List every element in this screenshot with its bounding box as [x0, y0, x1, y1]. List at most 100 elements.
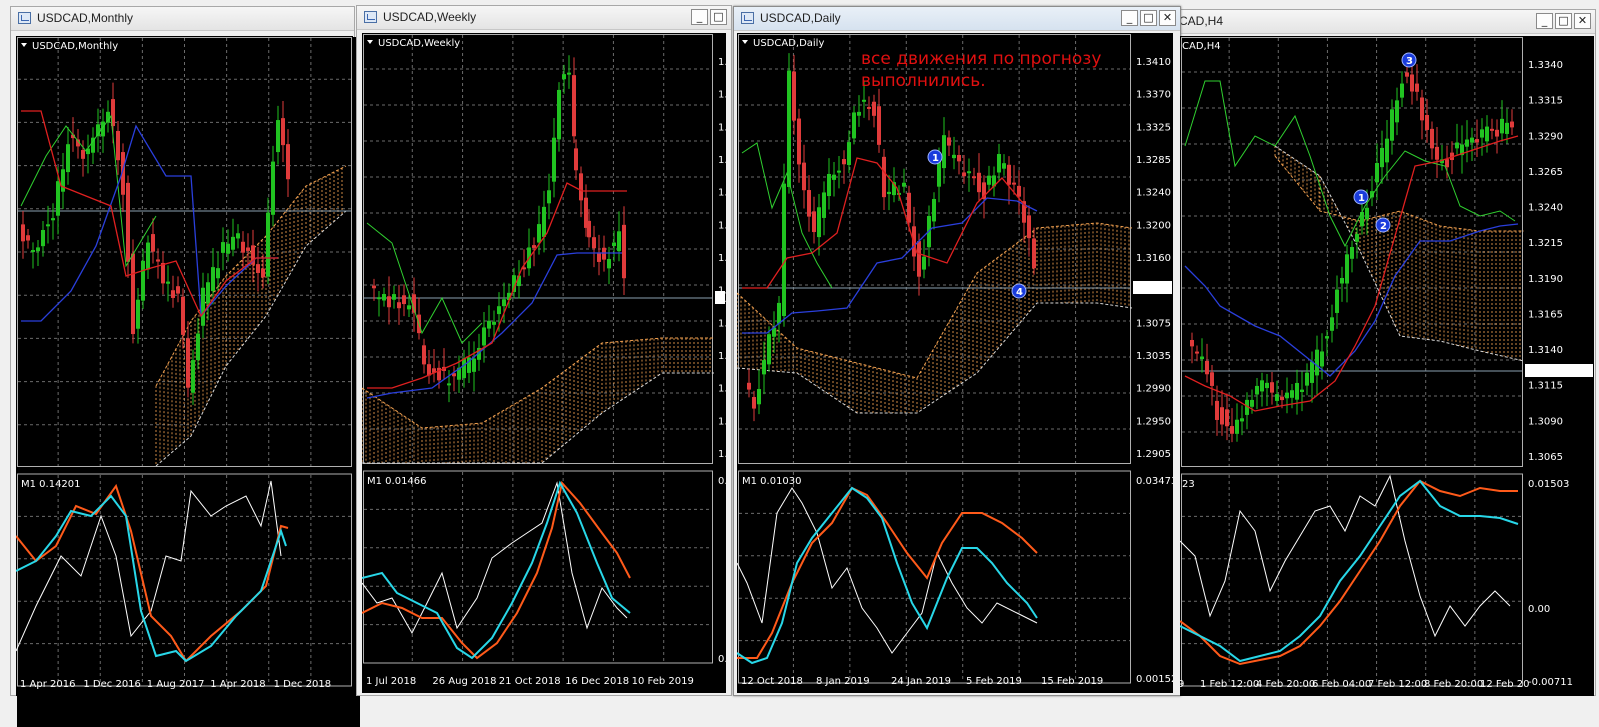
- candle-body: [1295, 382, 1299, 400]
- current-price-label: 1.3127: [1136, 284, 1171, 295]
- indicator-label: M1 0.14201: [21, 479, 81, 490]
- candle-body: [847, 142, 851, 165]
- indicator-axis-label: 0.00152: [1136, 674, 1173, 685]
- time-axis-label: 9: [1180, 679, 1184, 690]
- price-axis-label: 1.4: [718, 90, 726, 101]
- candle-body: [947, 137, 951, 146]
- time-axis-label: 12 Feb 20: [1480, 679, 1530, 690]
- price-axis-label: 1.3165: [1528, 309, 1563, 320]
- candle-body: [922, 256, 926, 270]
- current-price-label: 1.3127: [1528, 367, 1563, 378]
- chart-symbol-label: USDCAD,Daily: [753, 38, 824, 49]
- forecast-annotation-line-1: все движения по прогнозу: [861, 49, 1101, 69]
- price-axis-label: 1.4: [718, 220, 726, 231]
- minimize-button[interactable]: _: [1121, 10, 1138, 26]
- maximize-button[interactable]: □: [1140, 10, 1157, 26]
- candle-body: [867, 106, 871, 109]
- candle-body: [597, 252, 601, 262]
- candle-body: [622, 224, 626, 279]
- candle-body: [402, 295, 406, 305]
- candle-body: [987, 175, 991, 185]
- time-axis-label: 7 Feb 12:00: [1368, 679, 1427, 690]
- price-axis-label: 1.3265: [1528, 167, 1563, 178]
- close-button[interactable]: ✕: [1574, 13, 1591, 29]
- candle-body: [21, 224, 25, 242]
- candle-body: [537, 224, 541, 243]
- maximize-button[interactable]: □: [710, 9, 727, 25]
- titlebar-monthly[interactable]: USDCAD,Monthly: [11, 7, 354, 31]
- price-axis-label: 1.3240: [1528, 203, 1563, 214]
- candle-body: [942, 135, 946, 169]
- candle-body: [266, 212, 270, 277]
- minimize-button[interactable]: _: [1536, 13, 1553, 29]
- candle-body: [231, 236, 235, 250]
- candle-body: [887, 191, 891, 195]
- candle-body: [812, 211, 816, 233]
- candle-body: [612, 242, 616, 247]
- candle-body: [862, 99, 866, 102]
- candle-body: [236, 233, 240, 239]
- price-axis-label: 1.3315: [1528, 96, 1563, 107]
- candle-body: [1270, 382, 1274, 393]
- candle-body: [116, 130, 120, 161]
- candle-body: [917, 241, 921, 277]
- price-axis-label: 1.4: [718, 188, 726, 199]
- candle-body: [161, 262, 165, 284]
- candle-body: [131, 253, 135, 335]
- time-axis-label: 12 Oct 2018: [741, 676, 803, 687]
- candle-body: [617, 231, 621, 252]
- time-axis-label: 4 Feb 20:00: [1256, 679, 1315, 690]
- candle-body: [1290, 390, 1294, 398]
- chart-monthly[interactable]: USDCAD,Monthly M1 0.14201 1 Apr 2016 1 Dec …: [16, 36, 353, 696]
- price-axis-label: 1.4: [718, 253, 726, 264]
- candle-body: [1002, 163, 1006, 169]
- titlebar-h4[interactable]: CAD,H4 _ □ ✕: [1177, 10, 1595, 34]
- candle-body: [1265, 382, 1269, 389]
- indicator-axis-label: 0.03473: [1136, 476, 1173, 487]
- indicator-axis-label: 0.01503: [1528, 479, 1569, 490]
- window-controls: _ □: [691, 9, 727, 25]
- candle-body: [1225, 409, 1229, 427]
- candle-body: [1400, 83, 1404, 98]
- candle-body: [422, 345, 426, 365]
- candle-body: [1425, 115, 1429, 130]
- candle-body: [1375, 163, 1379, 183]
- chart-h4[interactable]: CAD,H4231.33401.33151.32901.32651.32401.…: [1180, 36, 1594, 696]
- candle-body: [1230, 426, 1234, 434]
- price-axis-label: 1.4: [718, 449, 726, 460]
- candle-body: [592, 237, 596, 249]
- time-axis-label: 1 Dec 2018: [274, 679, 332, 690]
- price-axis-label: 1.3325: [1136, 122, 1171, 133]
- chart-app-icon: [364, 11, 377, 23]
- candle-body: [872, 101, 876, 116]
- candle-body: [1490, 128, 1494, 131]
- titlebar-weekly[interactable]: USDCAD,Weekly _ □: [357, 6, 731, 30]
- candle-body: [1007, 164, 1011, 185]
- price-axis-label: 1.3065: [1528, 452, 1563, 463]
- close-button[interactable]: ✕: [1159, 10, 1176, 26]
- price-axis-label: 1.4: [718, 122, 726, 133]
- indicator-label: M1 0.01466: [367, 476, 427, 487]
- candle-body: [407, 305, 411, 310]
- time-axis-label: 21 Oct 2018: [499, 676, 561, 687]
- candle-body: [1345, 254, 1349, 284]
- candle-body: [1320, 351, 1324, 367]
- maximize-button[interactable]: □: [1555, 13, 1572, 29]
- minimize-button[interactable]: _: [691, 9, 708, 25]
- window-title: USDCAD,Daily: [760, 11, 841, 25]
- price-axis-label: 1.3340: [1528, 60, 1563, 71]
- price-axis-label: 1.3035: [1136, 351, 1171, 362]
- chart-app-icon: [741, 12, 754, 24]
- candle-body: [957, 154, 961, 162]
- chart-daily[interactable]: USDCAD,Daily M1 0.01030 1.3410 1.3370 1.3325…: [737, 33, 1173, 693]
- candle-body: [1430, 128, 1434, 149]
- candle-body: [907, 192, 911, 223]
- candle-body: [1285, 392, 1289, 399]
- chart-weekly[interactable]: USDCAD,Weekly M1 0.01466 1.4 1.4 1.4 1.4 1.4 1.…: [362, 33, 726, 693]
- candle-body: [1475, 139, 1479, 143]
- titlebar-daily[interactable]: USDCAD,Daily _ □ ✕: [734, 7, 1180, 31]
- indicator-axis-label: 0.0: [718, 654, 726, 665]
- price-axis-label: 1.3370: [1136, 90, 1171, 101]
- time-axis-label: 1 Aug 2017: [147, 679, 205, 690]
- candle-body: [579, 173, 583, 201]
